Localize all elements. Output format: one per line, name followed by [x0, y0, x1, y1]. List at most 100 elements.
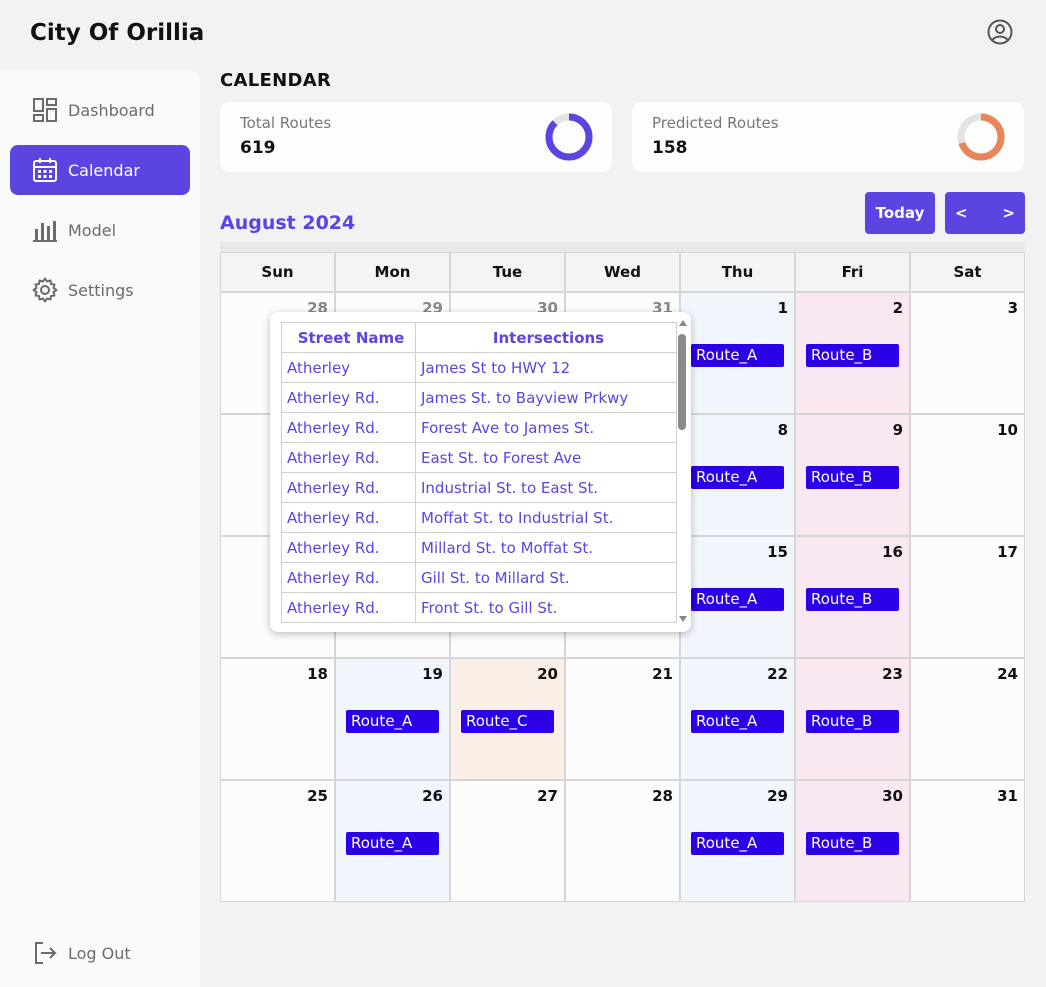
table-row: Atherley Rd. East St. to Forest Ave — [281, 442, 677, 473]
intersection-cell: Millard St. to Moffat St. — [415, 532, 677, 563]
total-routes-card: Total Routes 619 — [220, 102, 612, 172]
calendar-day-cell[interactable]: 1 Route_A — [680, 292, 795, 414]
day-number: 16 — [882, 543, 903, 561]
calendar-day-cell[interactable]: 3 — [910, 292, 1025, 414]
calendar-day-cell[interactable]: 24 — [910, 658, 1025, 780]
column-header-street: Street Name — [281, 322, 416, 353]
calendar-day-cell[interactable]: 9 Route_B — [795, 414, 910, 536]
scroll-thumb[interactable] — [678, 334, 686, 430]
day-number: 22 — [767, 665, 788, 683]
sidebar-item-calendar[interactable]: Calendar — [10, 145, 190, 195]
street-name-cell: Atherley Rd. — [281, 442, 416, 473]
calendar-day-cell[interactable]: 27 — [450, 780, 565, 902]
sidebar-item-model[interactable]: Model — [10, 205, 190, 255]
calendar-day-cell[interactable]: 8 Route_A — [680, 414, 795, 536]
calendar-day-cell[interactable]: 30 Route_B — [795, 780, 910, 902]
calendar-day-cell[interactable]: 15 Route_A — [680, 536, 795, 658]
weekday-header: Sat — [910, 252, 1025, 292]
logout-button[interactable]: Log Out — [10, 928, 190, 978]
route-event-tag[interactable]: Route_B — [806, 588, 899, 611]
intersection-cell: James St to HWY 12 — [415, 352, 677, 383]
table-row: Atherley Rd. Forest Ave to James St. — [281, 412, 677, 443]
route-event-tag[interactable]: Route_A — [691, 588, 784, 611]
day-number: 20 — [537, 665, 558, 683]
stat-value: 158 — [652, 138, 688, 158]
calendar-day-cell[interactable]: 16 Route_B — [795, 536, 910, 658]
sidebar-item-dashboard[interactable]: Dashboard — [10, 85, 190, 135]
calendar-day-cell[interactable]: 20 Route_C — [450, 658, 565, 780]
table-row: Atherley Rd. Front St. to Gill St. — [281, 592, 677, 623]
table-row: Atherley Rd. Moffat St. to Industrial St. — [281, 502, 677, 533]
calendar-day-cell[interactable]: 29 Route_A — [680, 780, 795, 902]
intersection-cell: East St. to Forest Ave — [415, 442, 677, 473]
predicted-routes-card: Predicted Routes 158 — [632, 102, 1024, 172]
popup-scrollbar[interactable] — [677, 318, 689, 626]
calendar-day-cell[interactable]: 19 Route_A — [335, 658, 450, 780]
streets-table: Street Name Intersections Atherley James … — [281, 322, 677, 623]
intersection-cell: Front St. to Gill St. — [415, 592, 677, 623]
street-name-cell: Atherley Rd. — [281, 382, 416, 413]
page-title: CALENDAR — [220, 70, 332, 91]
weekday-header: Thu — [680, 252, 795, 292]
table-row: Atherley Rd. Millard St. to Moffat St. — [281, 532, 677, 563]
route-event-tag[interactable]: Route_C — [461, 710, 554, 733]
route-event-tag[interactable]: Route_A — [691, 344, 784, 367]
sidebar-item-settings[interactable]: Settings — [10, 265, 190, 315]
route-event-tag[interactable]: Route_B — [806, 832, 899, 855]
calendar-day-cell[interactable]: 2 Route_B — [795, 292, 910, 414]
calendar-day-cell[interactable]: 18 — [220, 658, 335, 780]
logout-label: Log Out — [68, 943, 131, 963]
table-row: Atherley James St to HWY 12 — [281, 352, 677, 383]
day-number: 28 — [652, 787, 673, 805]
day-number: 31 — [997, 787, 1018, 805]
street-name-cell: Atherley Rd. — [281, 502, 416, 533]
day-number: 27 — [537, 787, 558, 805]
scroll-up-arrow-icon[interactable] — [679, 320, 687, 326]
column-header-intersections: Intersections — [415, 322, 677, 353]
route-event-tag[interactable]: Route_A — [346, 710, 439, 733]
month-title: August 2024 — [220, 212, 356, 234]
calendar-day-cell[interactable]: 28 — [565, 780, 680, 902]
user-profile-icon[interactable] — [986, 18, 1014, 46]
scroll-down-arrow-icon[interactable] — [679, 616, 687, 622]
table-row: Atherley Rd. Gill St. to Millard St. — [281, 562, 677, 593]
street-name-cell: Atherley Rd. — [281, 412, 416, 443]
route-event-tag[interactable]: Route_A — [691, 466, 784, 489]
stat-label: Total Routes — [240, 114, 332, 132]
calendar-day-cell[interactable]: 10 — [910, 414, 1025, 536]
prev-month-button[interactable]: < — [955, 204, 968, 222]
sidebar-item-label: Settings — [68, 280, 134, 300]
intersection-cell: Forest Ave to James St. — [415, 412, 677, 443]
day-number: 29 — [767, 787, 788, 805]
day-number: 17 — [997, 543, 1018, 561]
calendar-day-cell[interactable]: 25 — [220, 780, 335, 902]
table-row: Atherley Rd. James St. to Bayview Prkwy — [281, 382, 677, 413]
dashboard-icon — [33, 98, 57, 122]
day-number: 2 — [892, 299, 903, 317]
route-event-tag[interactable]: Route_A — [691, 710, 784, 733]
route-event-tag[interactable]: Route_B — [806, 710, 899, 733]
next-month-button[interactable]: > — [1002, 204, 1015, 222]
route-event-tag[interactable]: Route_B — [806, 466, 899, 489]
stat-label: Predicted Routes — [652, 114, 779, 132]
day-number: 24 — [997, 665, 1018, 683]
calendar-day-cell[interactable]: 22 Route_A — [680, 658, 795, 780]
total-routes-donut — [545, 113, 593, 161]
intersection-cell: Gill St. to Millard St. — [415, 562, 677, 593]
route-event-tag[interactable]: Route_A — [346, 832, 439, 855]
day-number: 26 — [422, 787, 443, 805]
today-button[interactable]: Today — [865, 192, 935, 234]
day-number: 23 — [882, 665, 903, 683]
route-event-tag[interactable]: Route_A — [691, 832, 784, 855]
street-name-cell: Atherley — [281, 352, 416, 383]
intersection-cell: James St. to Bayview Prkwy — [415, 382, 677, 413]
calendar-day-cell[interactable]: 21 — [565, 658, 680, 780]
route-event-tag[interactable]: Route_B — [806, 344, 899, 367]
bar-chart-icon — [33, 221, 57, 242]
calendar-day-cell[interactable]: 23 Route_B — [795, 658, 910, 780]
intersection-cell: Industrial St. to East St. — [415, 472, 677, 503]
calendar-day-cell[interactable]: 31 — [910, 780, 1025, 902]
calendar-day-cell[interactable]: 26 Route_A — [335, 780, 450, 902]
calendar-day-cell[interactable]: 17 — [910, 536, 1025, 658]
day-number: 1 — [777, 299, 788, 317]
